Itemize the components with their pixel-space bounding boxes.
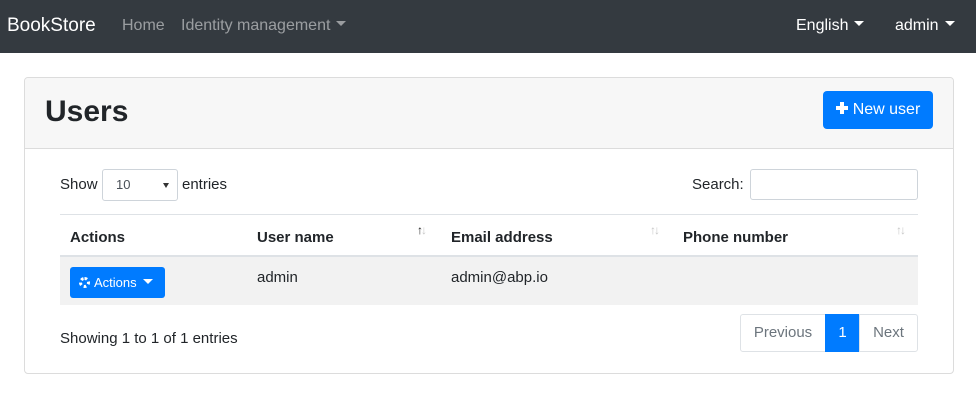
card-header: Users New user bbox=[25, 78, 953, 149]
search-label: Search: bbox=[692, 176, 744, 193]
next-page-button[interactable]: Next bbox=[859, 314, 918, 352]
show-label: Show bbox=[60, 176, 98, 193]
column-header-user-name[interactable]: User name bbox=[257, 229, 334, 247]
page-title: Users bbox=[45, 95, 129, 128]
row-actions-label: Actions bbox=[94, 275, 137, 290]
top-navbar: BookStore Home Identity management Engli… bbox=[0, 0, 976, 53]
page-1-button[interactable]: 1 bbox=[825, 314, 860, 352]
new-user-label: New user bbox=[852, 101, 921, 118]
column-header-actions: Actions bbox=[70, 229, 126, 246]
cell-user-name: admin bbox=[257, 269, 298, 286]
nav-home[interactable]: Home bbox=[122, 16, 165, 36]
entries-label: entries bbox=[182, 176, 228, 193]
sort-icon[interactable]: ↑↓ bbox=[896, 223, 906, 237]
column-header-email-address[interactable]: Email address bbox=[451, 229, 553, 247]
search-input[interactable] bbox=[750, 169, 918, 200]
page-length-select[interactable]: 10 bbox=[102, 169, 178, 201]
sort-asc-icon[interactable]: ↑↓ bbox=[417, 223, 427, 237]
plus-icon bbox=[835, 102, 848, 114]
users-card: Users New user Show 10 entries Search: A… bbox=[24, 77, 954, 374]
chevron-down-icon bbox=[163, 183, 169, 188]
new-user-button[interactable]: New user bbox=[823, 91, 933, 129]
brand-logo[interactable]: BookStore bbox=[7, 14, 96, 38]
cell-email: admin@abp.io bbox=[451, 269, 548, 286]
row-actions-button[interactable]: Actions bbox=[70, 267, 165, 298]
table-info: Showing 1 to 1 of 1 entries bbox=[60, 330, 238, 347]
chevron-down-icon bbox=[336, 21, 347, 27]
nav-identity-management-label: Identity management bbox=[181, 17, 331, 34]
user-menu-dropdown[interactable]: admin bbox=[895, 16, 955, 36]
language-dropdown[interactable]: English bbox=[796, 16, 865, 36]
chevron-down-icon bbox=[854, 21, 865, 27]
table-row: Actions admin admin@abp.io bbox=[60, 257, 918, 305]
column-header-phone-number[interactable]: Phone number bbox=[683, 229, 788, 247]
nav-identity-management[interactable]: Identity management bbox=[181, 16, 347, 36]
previous-page-button[interactable]: Previous bbox=[740, 314, 826, 352]
page-length-value: 10 bbox=[116, 177, 131, 192]
chevron-down-icon bbox=[944, 21, 955, 27]
table-header: Actions User name ↑↓ Email address ↑↓ Ph… bbox=[60, 214, 918, 257]
language-label: English bbox=[796, 17, 849, 34]
user-menu-label: admin bbox=[895, 17, 939, 34]
sort-icon[interactable]: ↑↓ bbox=[650, 223, 660, 237]
gear-icon bbox=[79, 277, 90, 288]
chevron-down-icon bbox=[142, 279, 153, 285]
